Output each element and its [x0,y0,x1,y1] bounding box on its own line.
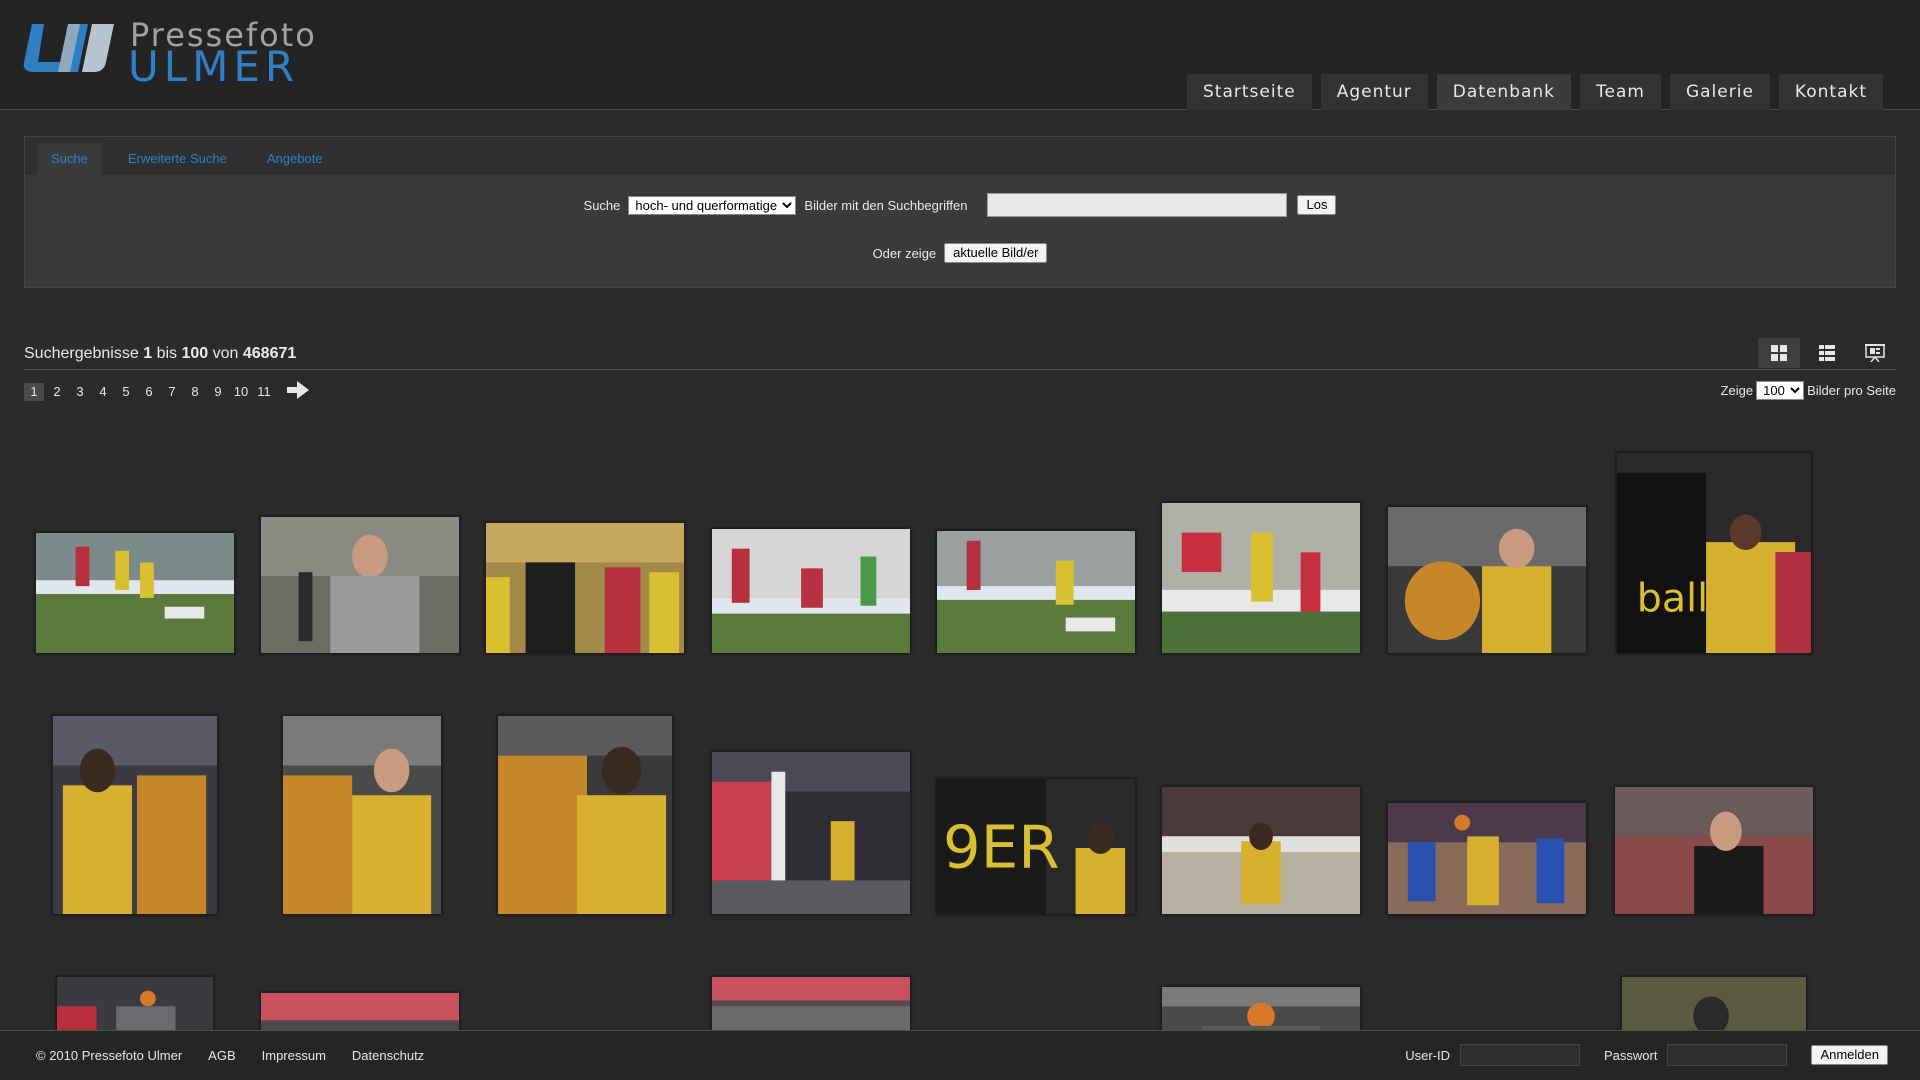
page-link-7[interactable]: 7 [162,383,182,401]
search-row: Suche hoch- und querformatige Bilder mit… [25,193,1895,217]
page-link-2[interactable]: 2 [47,383,67,401]
thumbnail[interactable] [260,992,460,1030]
results-summary: Suchergebnisse 1 bis 100 von 468671 [24,345,296,363]
thumbnail[interactable] [711,976,911,1030]
main-nav: Startseite Agentur Datenbank Team Galeri… [1187,74,1883,110]
thumbnail[interactable] [1387,802,1587,915]
thumbnail[interactable] [1387,506,1587,654]
page-link-3[interactable]: 3 [70,383,90,401]
nav-kontakt[interactable]: Kontakt [1778,74,1883,110]
thumbnail[interactable] [485,522,685,654]
results-from: 1 [143,345,153,362]
thumbnail[interactable]: ball [1616,452,1812,654]
search-tabs: Suche Erweiterte Suche Angebote [25,137,1895,175]
pagination: 1 2 3 4 5 6 7 8 9 10 11 [24,381,309,402]
nav-agentur[interactable]: Agentur [1320,74,1428,110]
footer-link-datenschutz[interactable]: Datenschutz [352,1048,424,1063]
footer-link-impressum[interactable]: Impressum [262,1048,326,1063]
nav-team[interactable]: Team [1580,74,1661,110]
footer-links: © 2010 Pressefoto Ulmer AGB Impressum Da… [36,1048,424,1063]
nav-startseite[interactable]: Startseite [1187,74,1312,110]
page-link-11[interactable]: 11 [254,383,274,401]
search-input[interactable] [987,193,1288,217]
results-prefix: Suchergebnisse [24,345,139,362]
page-link-4[interactable]: 4 [93,383,113,401]
login-form: User-ID Passwort Anmelden [1405,1044,1888,1066]
userid-label: User-ID [1405,1047,1450,1063]
page-link-6[interactable]: 6 [139,383,159,401]
thumbnail[interactable] [52,715,218,915]
thumbnail[interactable] [1621,976,1807,1030]
slideshow-icon[interactable] [1854,338,1896,368]
thumbnail[interactable] [1614,786,1814,915]
page-link-5[interactable]: 5 [116,383,136,401]
current-images-row: Oder zeige aktuelle Bild/er [25,243,1895,263]
thumbnail-grid: ball 9ER [24,440,1896,1030]
thumbnail[interactable] [35,532,235,654]
results-header: Suchergebnisse 1 bis 100 von 468671 [24,338,1896,370]
password-field[interactable] [1667,1044,1788,1066]
svg-text:ball: ball [1637,575,1708,621]
results-mid2: von [212,345,239,362]
page-link-10[interactable]: 10 [231,383,251,401]
site-header: Pressefoto ULMER Startseite Agentur Date… [0,0,1920,110]
thumbnail[interactable] [1161,986,1361,1030]
nav-galerie[interactable]: Galerie [1669,74,1770,110]
userid-field[interactable] [1459,1044,1580,1066]
view-mode-switcher [1758,338,1896,368]
site-footer: © 2010 Pressefoto Ulmer AGB Impressum Da… [0,1030,1920,1080]
current-images-button[interactable]: aktuelle Bild/er [944,243,1048,263]
per-page-control: Zeige 100 Bilder pro Seite [1721,381,1896,400]
list-view-icon[interactable] [1806,338,1848,368]
thumbnail[interactable] [260,516,460,654]
page-link-9[interactable]: 9 [208,383,228,401]
per-page-select[interactable]: 100 [1756,381,1805,400]
thumbnail[interactable]: 9ER [936,778,1136,915]
search-panel: Suche Erweiterte Suche Angebote Suche ho… [24,136,1896,288]
thumbnail[interactable] [497,715,673,915]
footer-copyright: © 2010 Pressefoto Ulmer [36,1048,183,1063]
or-show-label: Oder zeige [872,245,937,261]
footer-link-agb[interactable]: AGB [208,1048,235,1063]
logo-text-ulmer: ULMER [128,42,300,91]
arrow-right-icon[interactable] [287,381,309,402]
results-mid1: bis [156,345,178,362]
grid-view-icon[interactable] [1758,338,1800,368]
tab-erweiterte-suche[interactable]: Erweiterte Suche [114,143,241,175]
tab-angebote[interactable]: Angebote [253,143,337,175]
password-label: Passwort [1603,1047,1658,1063]
tab-suche[interactable]: Suche [37,143,102,175]
search-label: Suche [583,197,621,213]
thumbnail[interactable] [1161,502,1361,654]
results-total: 468671 [242,345,297,362]
thumbnail[interactable] [282,715,442,915]
thumbnail[interactable] [936,530,1136,654]
login-button[interactable]: Anmelden [1811,1045,1888,1065]
per-page-label-after: Bilder pro Seite [1807,383,1896,398]
page-link-1[interactable]: 1 [24,382,44,401]
thumbnail[interactable] [711,528,911,654]
search-terms-label: Bilder mit den Suchbegriffen [804,197,968,213]
thumbnail[interactable] [1161,786,1361,915]
thumbnail[interactable] [56,976,214,1030]
nav-datenbank[interactable]: Datenbank [1436,74,1572,110]
site-logo[interactable]: Pressefoto ULMER [22,16,332,91]
logo-mark-icon [23,24,114,72]
per-page-label-before: Zeige [1720,383,1754,398]
thumbnail[interactable] [711,751,911,915]
results-to: 100 [181,345,209,362]
page-link-8[interactable]: 8 [185,383,205,401]
format-select[interactable]: hoch- und querformatige [628,195,797,215]
search-go-button[interactable]: Los [1297,195,1337,215]
svg-text:9ER: 9ER [943,813,1060,882]
